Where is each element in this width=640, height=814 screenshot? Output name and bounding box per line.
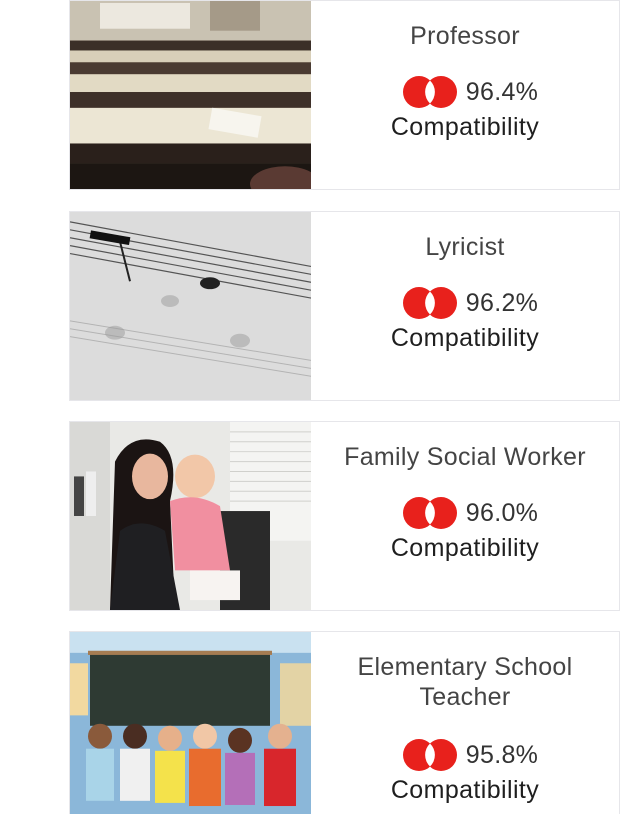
career-info: Family Social Worker 96.0% Compatibility [311,422,619,610]
overlapping-circles-icon [402,76,457,108]
compatibility-label: Compatibility [390,534,540,562]
overlapping-circles-icon [402,497,457,529]
career-image [70,632,311,814]
compatibility-score: 95.8% [402,738,538,772]
career-image [70,1,311,189]
compatibility-percent: 95.8% [465,740,539,769]
compatibility-percent: 96.2% [465,288,539,317]
career-info: Lyricist 96.2% Compatibility [311,212,619,400]
compatibility-percent: 96.0% [465,498,539,527]
career-info: Elementary School Teacher 95.8% Compatib… [311,632,619,814]
compatibility-percent: 96.4% [465,77,539,106]
overlapping-circles-icon [402,287,457,319]
career-title: Family Social Worker [344,443,586,471]
career-info: Professor 96.4% Compatibility [311,1,619,189]
compatibility-label: Compatibility [390,324,540,352]
career-image [70,422,311,610]
career-title: Professor [410,22,520,50]
career-title: Elementary School Teacher [357,653,573,711]
compatibility-score: 96.4% [402,75,538,109]
career-card[interactable]: Professor 96.4% Compatibility [69,0,620,190]
career-card[interactable]: Lyricist 96.2% Compatibility [69,211,620,401]
overlapping-circles-icon [402,739,457,771]
career-title: Lyricist [425,233,505,261]
career-card[interactable]: Family Social Worker 96.0% Compatibility [69,421,620,611]
compatibility-score: 96.2% [402,286,538,320]
compatibility-label: Compatibility [390,113,540,141]
career-card[interactable]: Elementary School Teacher 95.8% Compatib… [69,631,620,814]
compatibility-score: 96.0% [402,496,538,530]
career-image [70,212,311,400]
career-match-list: Professor 96.4% Compatibility Lyricist 9… [0,0,640,814]
compatibility-label: Compatibility [390,776,540,804]
